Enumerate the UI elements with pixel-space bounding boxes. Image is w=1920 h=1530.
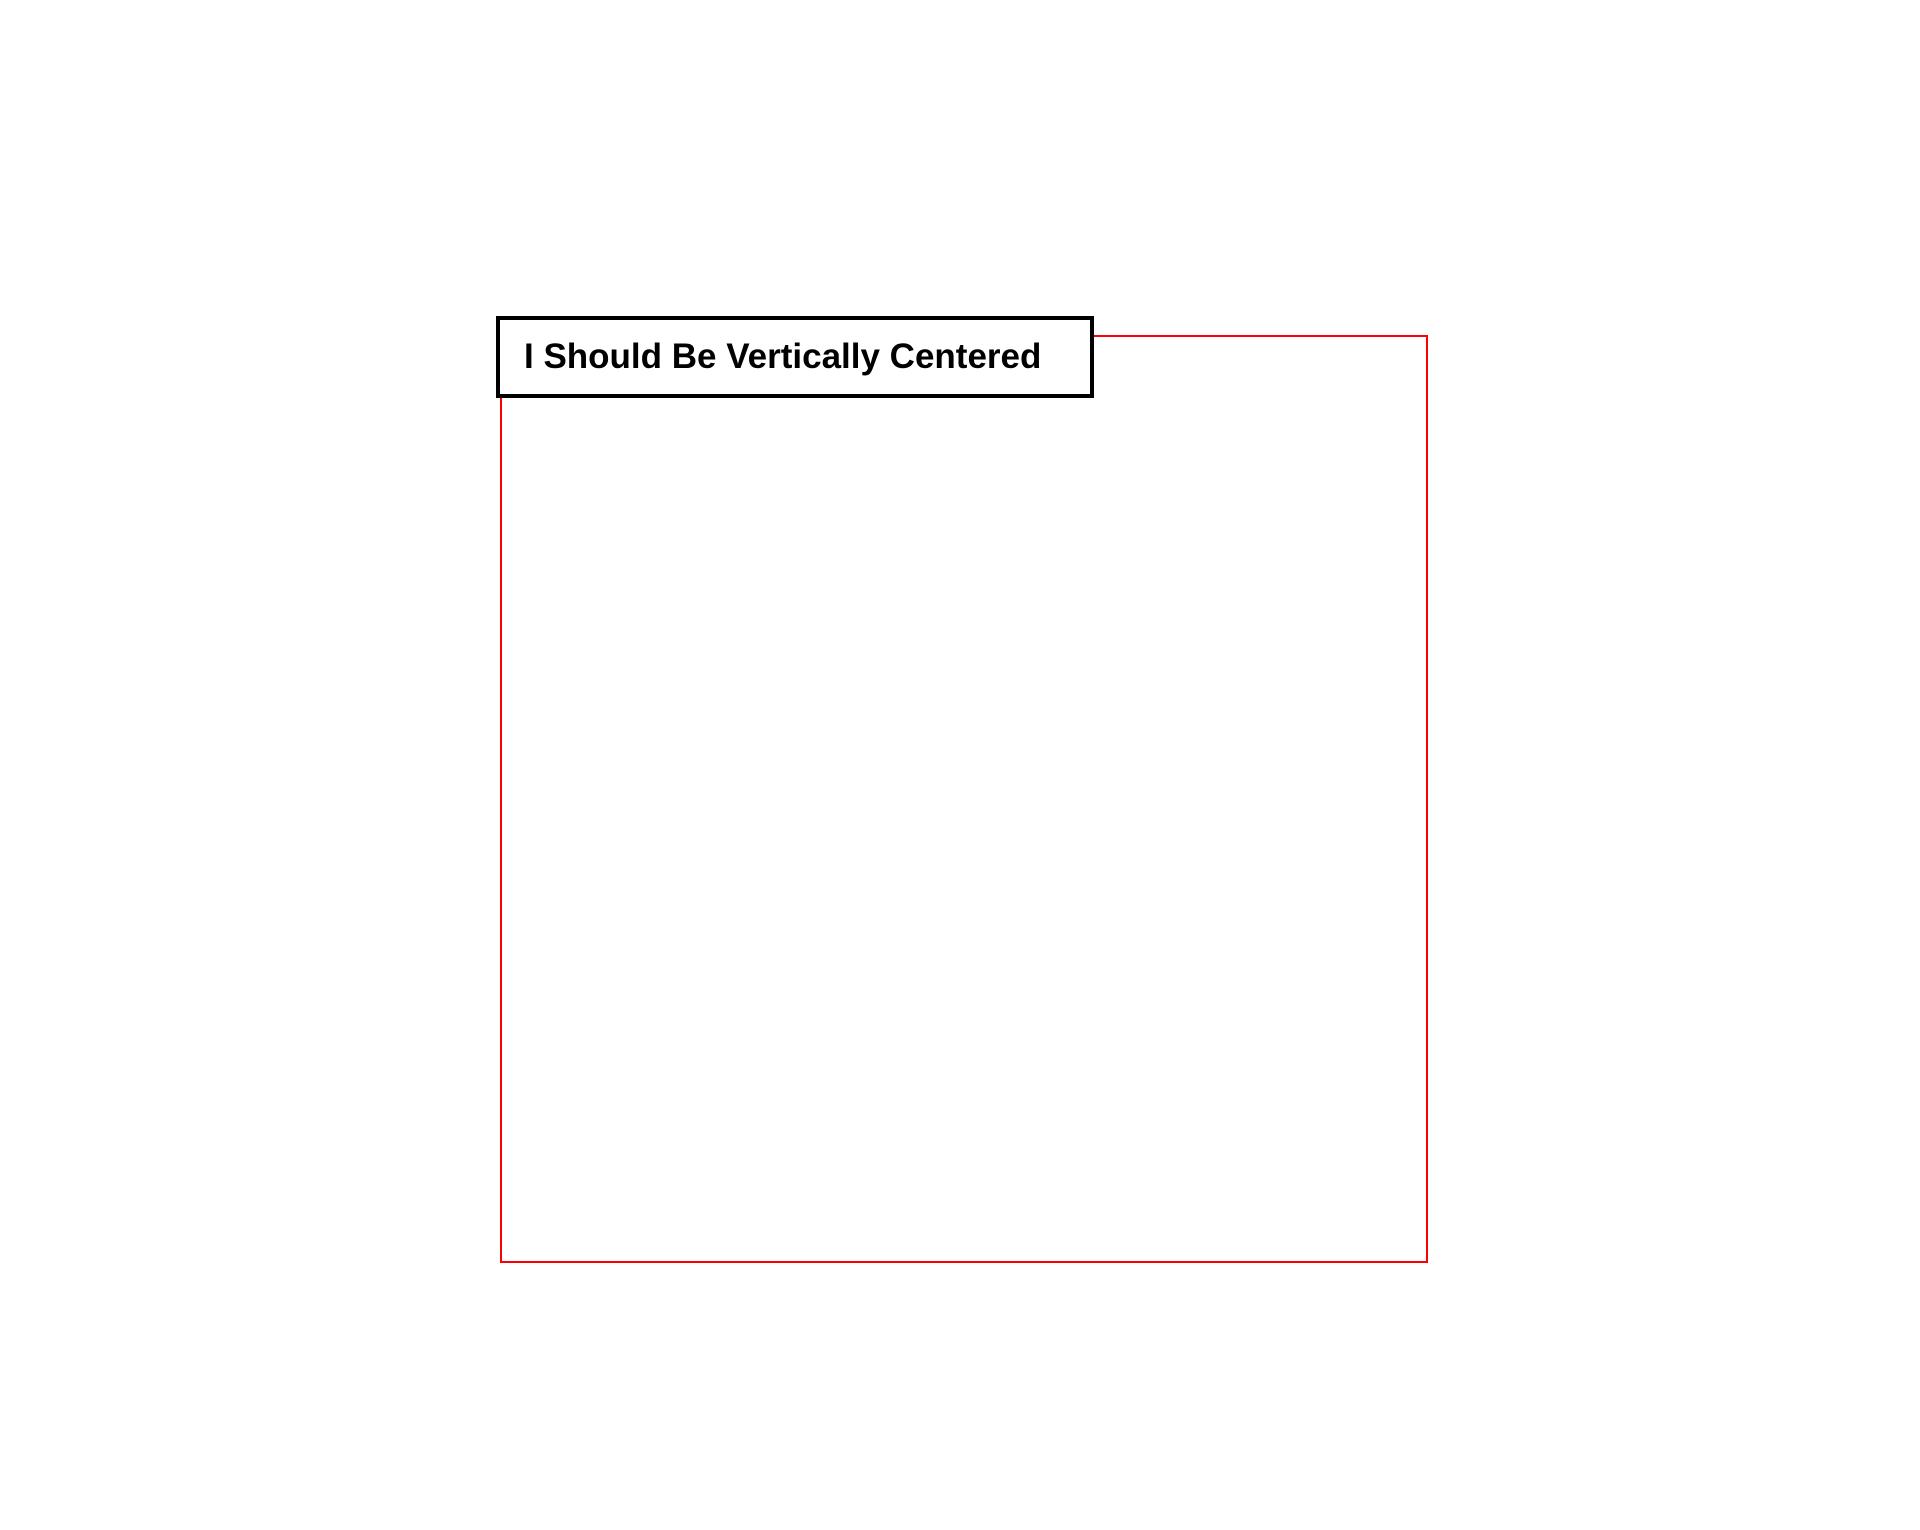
inner-label-box: I Should Be Vertically Centered <box>496 316 1094 398</box>
label-text: I Should Be Vertically Centered <box>524 337 1041 377</box>
outer-container <box>500 335 1428 1263</box>
